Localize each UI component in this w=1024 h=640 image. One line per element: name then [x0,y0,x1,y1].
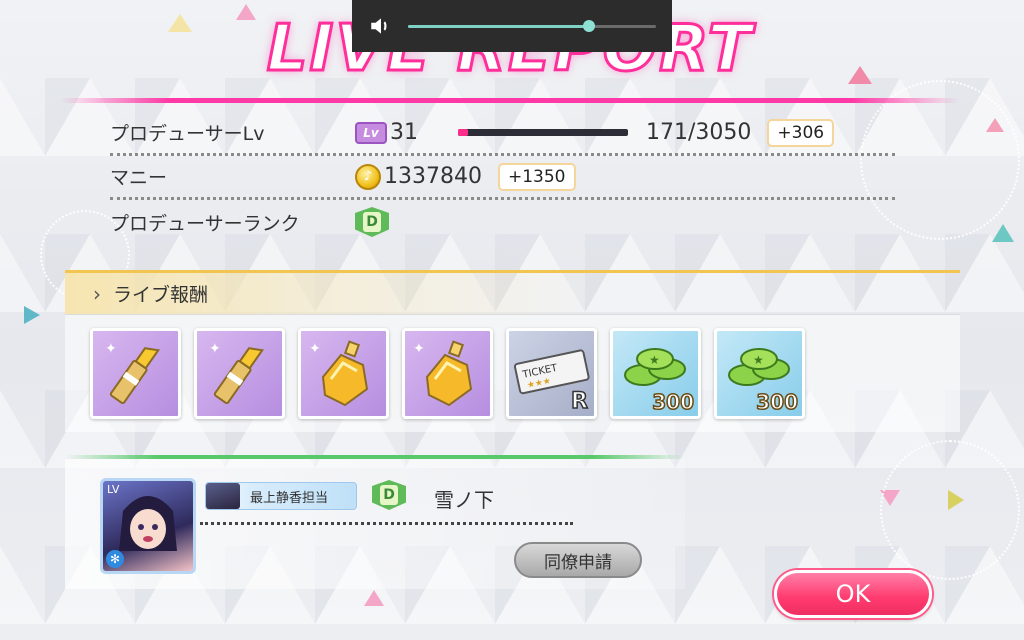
avatar-level-label: LV [107,483,120,496]
volume-overlay[interactable] [352,0,672,52]
colleague-request-button[interactable]: 同僚申請 [514,542,642,578]
volume-slider-fill [408,24,590,28]
avatar[interactable]: LV ✻ [100,478,196,574]
reward-item-ticket[interactable]: TICKET ★★★ R [506,328,597,419]
perfume-bottle-icon: ✦ [309,340,369,407]
producer-rank-letter: D [380,485,398,505]
money-row: マニー ♪ 1337840 +1350 [110,156,895,200]
reward-item-lipstick[interactable]: ✦ [194,328,285,419]
exp-text: 171/3050 [646,120,752,145]
lv-badge-icon: Lv [355,121,387,144]
svg-text:✦: ✦ [209,341,221,357]
money-gain-chip: +1350 [497,162,576,191]
svg-text:✦: ✦ [413,341,425,357]
decor-triangle [848,66,872,84]
producer-dotted-line [200,522,573,525]
svg-text:★: ★ [753,353,764,367]
idol-tag-label: 最上静香担当 [250,490,329,506]
exp-gain-chip: +306 [767,118,835,147]
rewards-header-label: ライブ報酬 [113,284,209,306]
rank-letter: D [363,212,381,232]
decor-triangle [24,306,40,324]
exp-progress-bar [458,129,628,136]
money-value: 1337840 [384,164,482,189]
chevron-right-icon: › [93,281,101,306]
producer-rank-row: プロデューサーランク D [110,200,895,244]
svg-text:✦: ✦ [105,341,117,357]
producer-level-label: プロデューサーLv [110,123,265,145]
exp-progress-fill [458,129,468,136]
producer-rank-label: プロデューサーランク [110,212,300,235]
rank-badge-icon: D [355,207,389,237]
decor-triangle [364,590,384,606]
perfume-bottle-icon: ✦ [413,340,473,407]
decor-triangle [992,224,1014,242]
reward-item-coins[interactable]: ★ 300 [714,328,805,419]
item-count: 300 [652,389,695,415]
rarity-label: R [570,388,588,415]
item-count: 300 [756,389,799,415]
producer-level-value: 31 [390,120,418,145]
reward-item-lipstick[interactable]: ✦ [90,328,181,419]
volume-slider[interactable] [408,19,656,32]
idol-thumbnail-icon [206,483,240,509]
svg-text:✦: ✦ [309,341,321,357]
speaker-icon[interactable] [368,13,394,39]
producer-name: 雪ノ下 [434,488,494,512]
title-underline [60,98,960,103]
stats-panel: プロデューサーLv Lv 31 171/3050 +306 マニー ♪ 1337… [110,112,895,244]
lipstick-icon: ✦ [105,341,161,405]
coin-icon: ♪ [355,163,381,190]
reward-item-coins[interactable]: ★ 300 [610,328,701,419]
decor-triangle [168,14,192,32]
svg-text:★: ★ [649,353,660,367]
volume-slider-knob[interactable] [583,19,596,32]
money-label: マニー [110,167,168,189]
decor-burst [880,440,1020,580]
idol-tag: 最上静香担当 [205,482,357,510]
rewards-header: › ライブ報酬 [65,270,960,314]
producer-level-row: プロデューサーLv Lv 31 171/3050 +306 [110,112,895,156]
reward-item-perfume[interactable]: ✦ [402,328,493,419]
lipstick-icon: ✦ [209,341,265,405]
snowflake-icon: ✻ [106,550,124,568]
ok-button[interactable]: OK [774,570,932,618]
reward-item-perfume[interactable]: ✦ [298,328,389,419]
reward-items: ✦ ✦ ✦ ✦ TICKET ★★★ R ★ 300 ★ 300 [90,328,805,419]
